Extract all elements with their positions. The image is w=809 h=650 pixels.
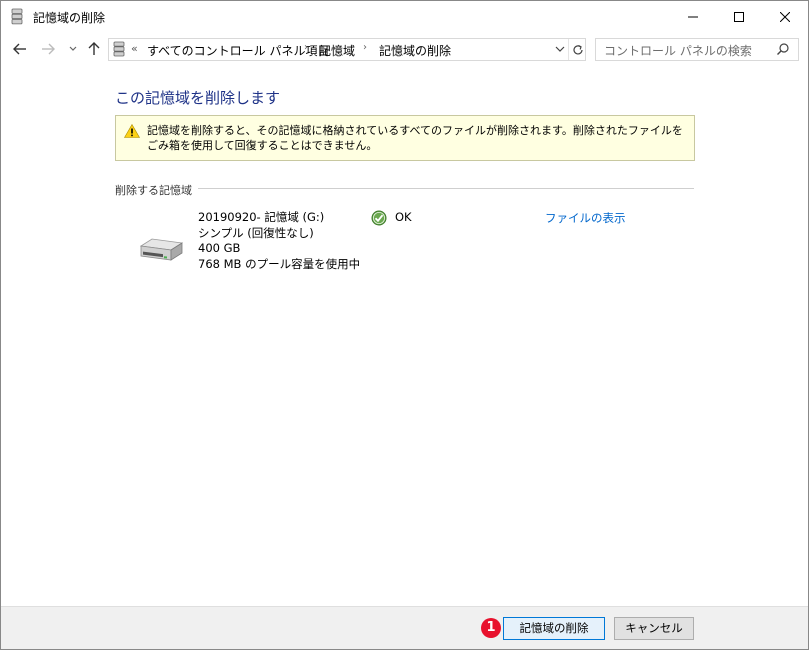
drive-type: シンプル (回復性なし) [198,225,314,240]
warning-icon [124,124,140,138]
delete-storage-button[interactable]: 記憶域の削除 [503,617,605,640]
arrow-left-icon [13,43,26,55]
hard-drive-icon [139,238,184,261]
section-label: 削除する記憶域 [115,184,192,197]
view-files-link[interactable]: ファイルの表示 [545,210,626,226]
search-input[interactable]: コントロール パネルの検索 [604,42,752,59]
check-icon [371,210,387,226]
address-bar[interactable]: « すべてのコントロール パネル項目 › 記憶域 › 記憶域の削除 [108,38,586,61]
navigation-bar: « すべてのコントロール パネル項目 › 記憶域 › 記憶域の削除 コントロール… [1,32,808,66]
breadcrumb-separator[interactable]: › [363,42,367,53]
close-button[interactable] [762,1,808,32]
refresh-icon [572,44,583,54]
section-divider [198,188,694,189]
address-dropdown-button[interactable] [553,41,567,57]
drive-size: 400 GB [198,241,241,255]
storage-spaces-icon [11,8,23,25]
minimize-icon [688,16,698,17]
window-title: 記憶域の削除 [33,11,106,25]
breadcrumb-all-control-panel[interactable]: すべてのコントロール パネル項目 [147,42,330,59]
breadcrumb-delete-storage[interactable]: 記憶域の削除 [379,42,451,59]
back-button[interactable] [11,40,29,58]
recent-locations-button[interactable] [64,40,82,58]
close-icon [780,11,790,22]
minimize-button[interactable] [670,1,716,32]
breadcrumb-overflow[interactable]: « [131,42,138,55]
cancel-button[interactable]: キャンセル [614,617,694,640]
maximize-icon [734,11,744,22]
forward-button[interactable] [39,40,57,58]
maximize-button[interactable] [716,1,762,32]
warning-box: 記憶域を削除すると、その記憶域に格納されているすべてのファイルが削除されます。削… [115,115,695,161]
breadcrumb-storage-spaces[interactable]: 記憶域 [319,42,355,59]
title-bar: 記憶域の削除 [1,1,808,32]
drive-info: 20190920- 記憶域 (G:) シンプル (回復性なし) 400 GB 7… [198,210,360,272]
refresh-button[interactable] [568,39,586,60]
up-button[interactable] [85,40,103,58]
search-box[interactable]: コントロール パネルの検索 [595,38,799,61]
search-icon[interactable] [776,42,790,56]
warning-text: 記憶域を削除すると、その記憶域に格納されているすべてのファイルが削除されます。削… [147,124,683,152]
storage-spaces-icon [113,41,125,57]
drive-pool-usage: 768 MB のプール容量を使用中 [198,256,361,271]
arrow-right-icon [42,43,55,55]
page-title: この記憶域を削除します [115,89,281,107]
arrow-up-icon [88,42,100,55]
breadcrumb-separator[interactable]: › [304,42,308,53]
drive-status: OK [395,210,412,224]
chevron-down-icon [69,46,77,51]
drive-name: 20190920- 記憶域 (G:) [198,210,325,224]
storage-delete-window: 記憶域の削除 « すべてのコントロール パネル項目 › 記憶域 › 記憶域の削除… [0,0,809,650]
step-badge: 1 [481,618,501,638]
chevron-down-icon [555,46,565,52]
